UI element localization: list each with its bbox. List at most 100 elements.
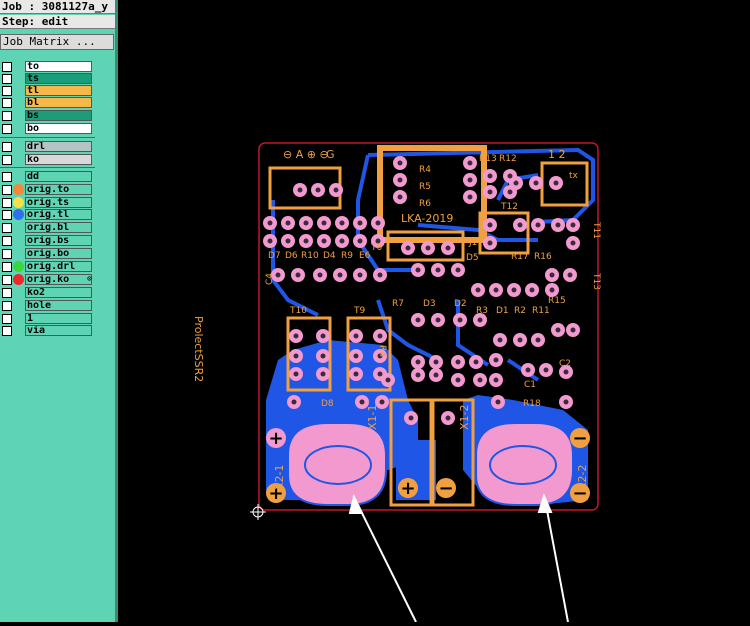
- pad-hole: [337, 272, 343, 278]
- layer-checkbox[interactable]: [2, 223, 12, 233]
- annotation-arrows: [348, 493, 569, 623]
- layer-name[interactable]: bo: [25, 123, 92, 134]
- layer-name[interactable]: bl: [25, 97, 92, 108]
- silk-t12: T12: [500, 202, 518, 212]
- silk-j1: J1: [468, 238, 477, 248]
- layer-row-orig-bo[interactable]: orig.bo: [0, 248, 95, 260]
- silk-d7: D7: [268, 251, 281, 261]
- layer-name[interactable]: orig.tl: [25, 209, 92, 220]
- layer-checkbox[interactable]: [2, 124, 12, 134]
- layer-row-tl[interactable]: tl: [0, 85, 95, 97]
- svg-text:−: −: [572, 428, 587, 449]
- layer-checkbox[interactable]: [2, 198, 12, 208]
- silk-t10: T10: [289, 306, 307, 316]
- layer-row-orig-tl[interactable]: orig.tl: [0, 209, 95, 221]
- layer-row-bo[interactable]: bo: [0, 123, 95, 135]
- layer-name[interactable]: ko: [25, 154, 92, 165]
- layer-checkbox[interactable]: [2, 262, 12, 272]
- pad-hole: [445, 245, 451, 251]
- layer-name[interactable]: 1: [25, 313, 92, 324]
- layer-name[interactable]: orig.bl: [25, 222, 92, 233]
- pad-hole: [415, 359, 421, 365]
- silk-top-left: ⊖ A ⊕ ⊖: [283, 148, 329, 161]
- pad-hole: [535, 222, 541, 228]
- layer-row-drl[interactable]: drl: [0, 141, 95, 153]
- layer-checkbox[interactable]: [2, 111, 12, 121]
- silk-r18: R18: [523, 399, 541, 409]
- svg-text:+: +: [400, 478, 415, 499]
- pad-hole: [563, 369, 569, 375]
- layer-name[interactable]: bs: [25, 110, 92, 121]
- pad-hole: [415, 317, 421, 323]
- pad-hole: [317, 272, 323, 278]
- layer-row-hole[interactable]: hole: [0, 300, 95, 312]
- pad-hole: [533, 180, 539, 186]
- layer-row-via[interactable]: via: [0, 325, 95, 337]
- pad-hole: [353, 333, 359, 339]
- pcb-view[interactable]: + + + − − − ⊖ A ⊕ ⊖ G 1 2 LKA-2019 tx T6…: [118, 0, 750, 623]
- layer-group-divider: [0, 137, 95, 138]
- layer-checkbox[interactable]: [2, 301, 12, 311]
- layer-row-orig-drl[interactable]: orig.drl: [0, 261, 95, 273]
- silk-r4-vert: R4: [377, 345, 387, 357]
- layer-checkbox[interactable]: [2, 236, 12, 246]
- pad-hole: [375, 220, 381, 226]
- layer-name[interactable]: orig.drl: [25, 261, 92, 272]
- layer-checkbox[interactable]: [2, 98, 12, 108]
- layer-name[interactable]: orig.ko: [25, 274, 92, 285]
- layer-name[interactable]: drl: [25, 141, 92, 152]
- layer-checkbox[interactable]: [2, 62, 12, 72]
- layer-row-ts[interactable]: ts: [0, 73, 95, 85]
- pad-hole: [497, 337, 503, 343]
- layer-row-bs[interactable]: bs: [0, 110, 95, 122]
- layer-checkbox[interactable]: [2, 86, 12, 96]
- layer-row-ko2[interactable]: ko2: [0, 287, 95, 299]
- layer-name[interactable]: dd: [25, 171, 92, 182]
- layer-name[interactable]: hole: [25, 300, 92, 311]
- layer-checkbox[interactable]: [2, 142, 12, 152]
- layer-checkbox[interactable]: [2, 314, 12, 324]
- layer-checkbox[interactable]: [2, 275, 12, 285]
- layer-name[interactable]: to: [25, 61, 92, 72]
- layer-row-orig-ko[interactable]: orig.ko ⊗: [0, 274, 95, 286]
- layer-checkbox[interactable]: [2, 155, 12, 165]
- silk-x1-2: X1-2: [458, 404, 471, 430]
- layer-name[interactable]: ko2: [25, 287, 92, 298]
- silk-r3: R3: [476, 306, 488, 316]
- layer-row-orig-to[interactable]: orig.to: [0, 184, 95, 196]
- layer-name[interactable]: orig.ts: [25, 197, 92, 208]
- layer-row-to[interactable]: to: [0, 61, 95, 73]
- silk-t6: T6: [370, 243, 382, 253]
- layer-name[interactable]: orig.bs: [25, 235, 92, 246]
- pad-hole: [377, 333, 383, 339]
- pad-hole: [353, 371, 359, 377]
- pad-hole: [473, 359, 479, 365]
- layer-checkbox[interactable]: [2, 326, 12, 336]
- layer-checkbox[interactable]: [2, 185, 12, 195]
- layer-row-orig-bs[interactable]: orig.bs: [0, 235, 95, 247]
- silk-r4: R4: [419, 165, 431, 175]
- pcb-canvas[interactable]: + + + − − − ⊖ A ⊕ ⊖ G 1 2 LKA-2019 tx T6…: [118, 0, 750, 623]
- layer-row-bl[interactable]: bl: [0, 97, 95, 109]
- pad-hole: [415, 267, 421, 273]
- layer-name[interactable]: tl: [25, 85, 92, 96]
- layer-name[interactable]: ts: [25, 73, 92, 84]
- layer-row-orig-ts[interactable]: orig.ts: [0, 197, 95, 209]
- layer-checkbox[interactable]: [2, 210, 12, 220]
- layer-row-1[interactable]: 1: [0, 313, 95, 325]
- layer-checkbox[interactable]: [2, 172, 12, 182]
- pad-hole: [433, 372, 439, 378]
- layer-checkbox[interactable]: [2, 74, 12, 84]
- layer-checkbox[interactable]: [2, 288, 12, 298]
- pad-hole: [397, 160, 403, 166]
- pad-hole: [457, 317, 463, 323]
- pad-hole: [525, 367, 531, 373]
- layer-row-dd[interactable]: dd: [0, 171, 95, 183]
- job-matrix-button[interactable]: Job Matrix ...: [0, 34, 114, 50]
- layer-row-ko[interactable]: ko: [0, 154, 95, 166]
- layer-row-orig-bl[interactable]: orig.bl: [0, 222, 95, 234]
- layer-name[interactable]: orig.to: [25, 184, 92, 195]
- layer-checkbox[interactable]: [2, 249, 12, 259]
- layer-name[interactable]: orig.bo: [25, 248, 92, 259]
- layer-name[interactable]: via: [25, 325, 92, 336]
